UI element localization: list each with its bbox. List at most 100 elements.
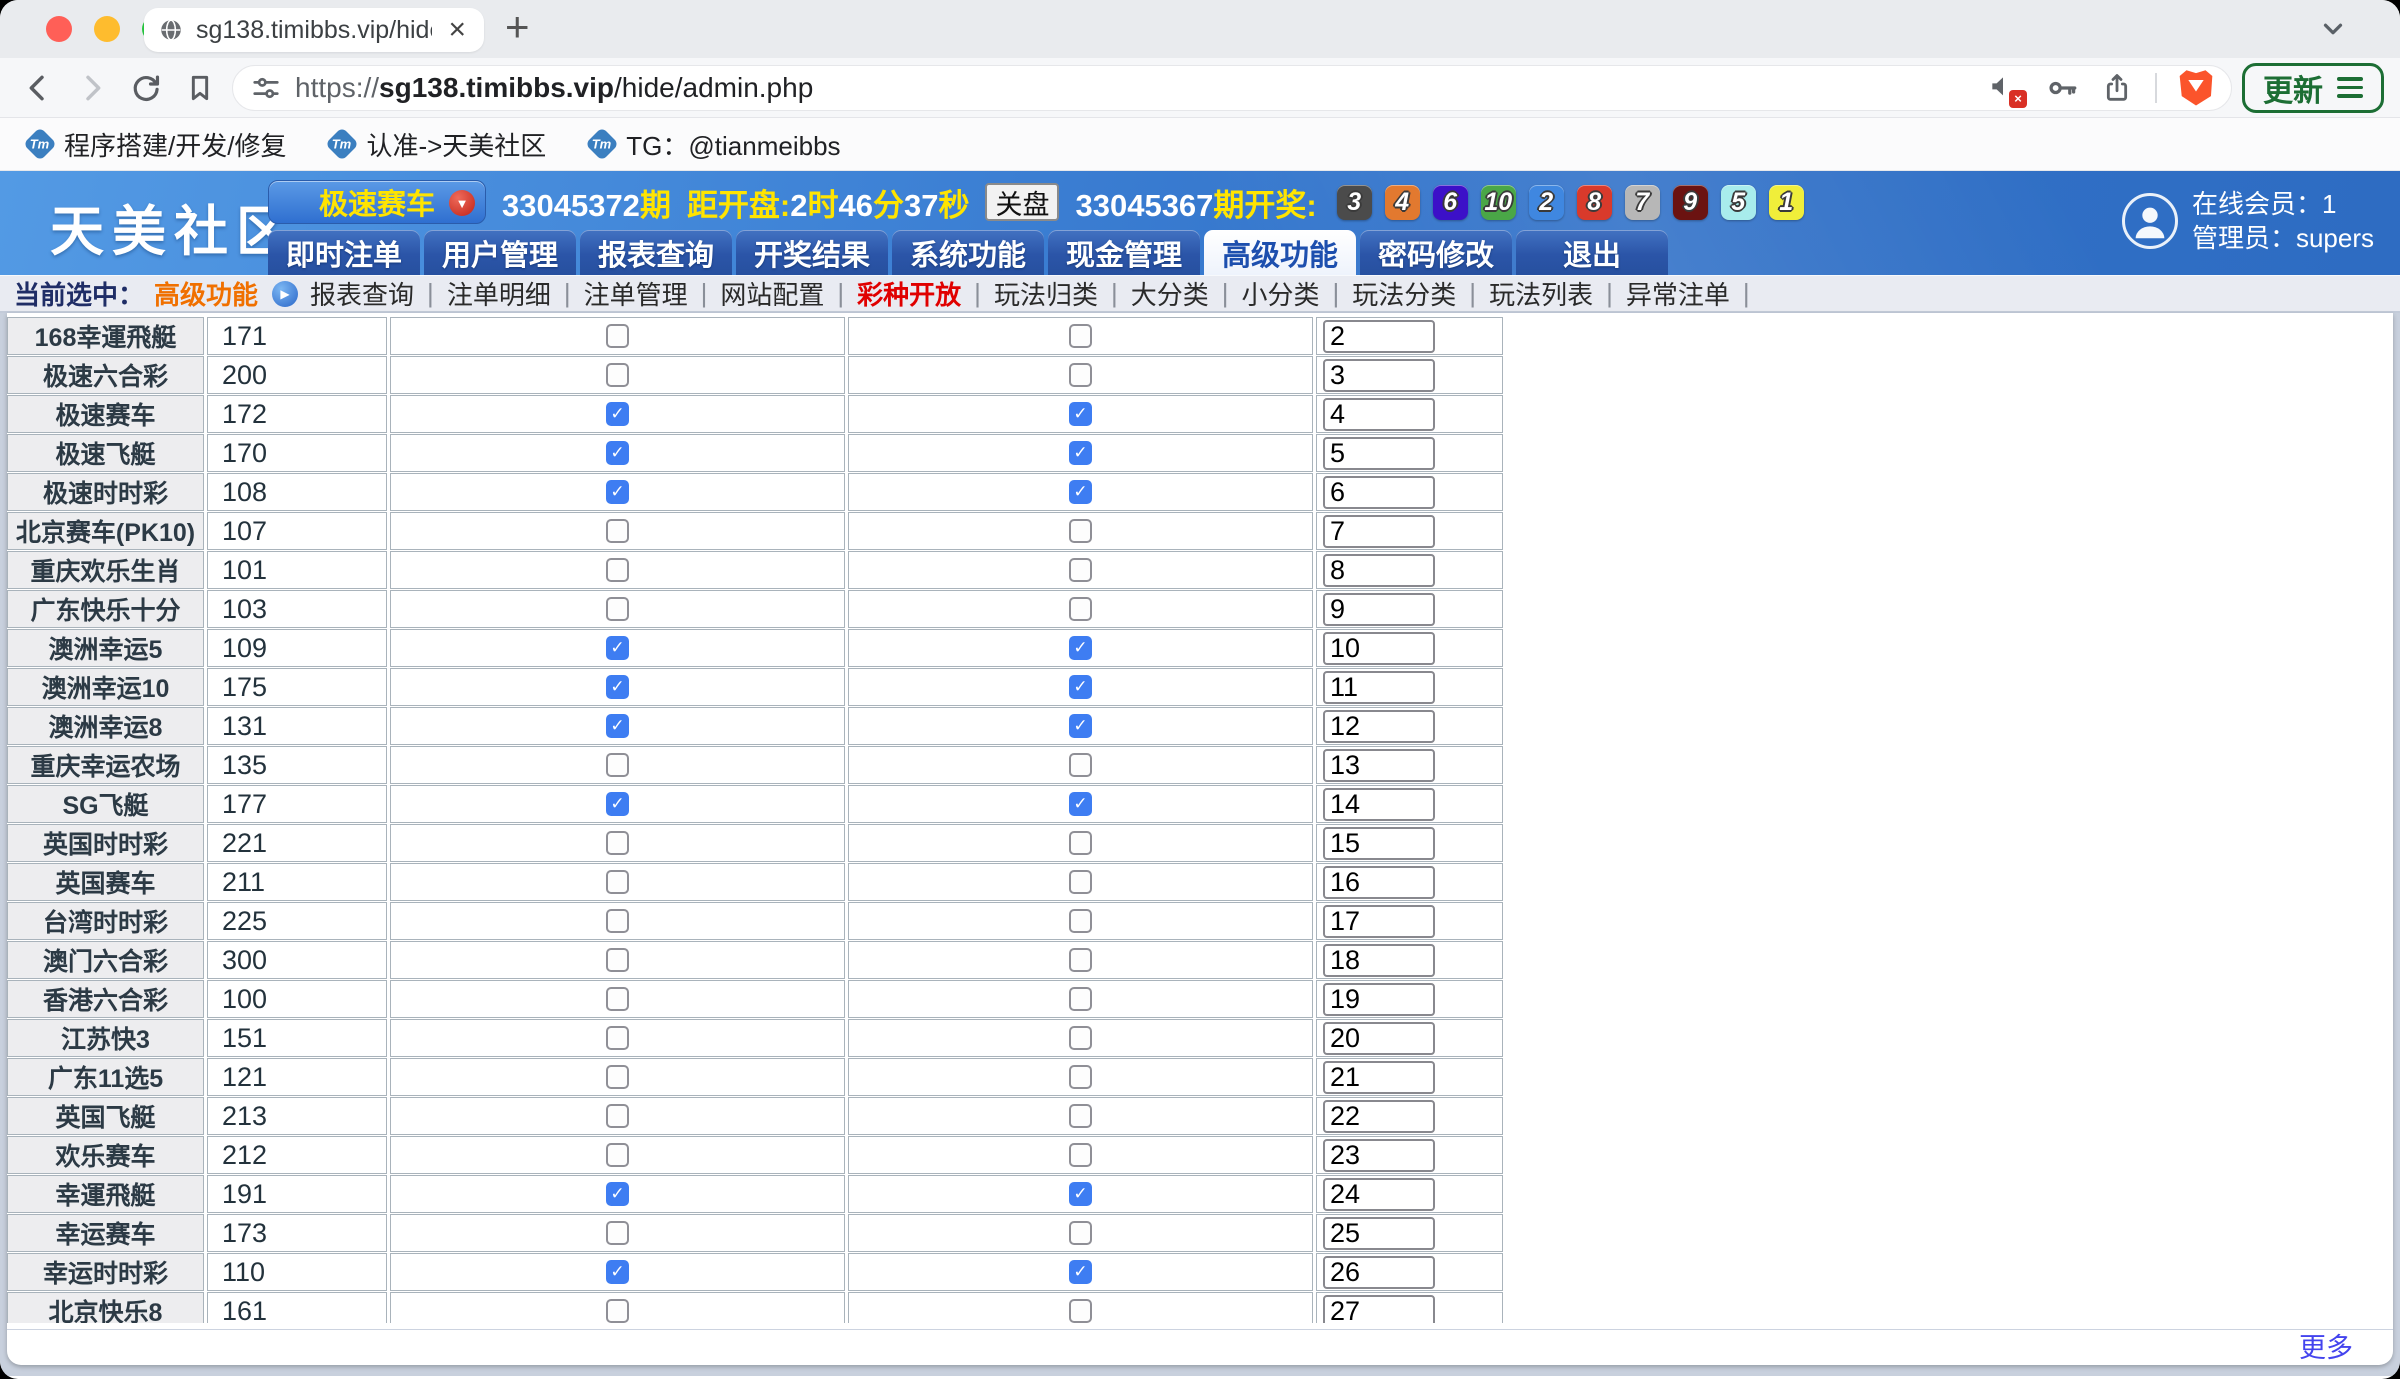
subnav-link-9[interactable]: 玩法列表 (1489, 275, 1593, 312)
open-checkbox[interactable]: ✓ (606, 1182, 629, 1206)
order-input[interactable] (1323, 437, 1435, 470)
open-checkbox-2[interactable] (1069, 519, 1092, 543)
open-checkbox[interactable]: ✓ (606, 792, 629, 816)
open-checkbox[interactable]: ✓ (606, 480, 629, 504)
order-input[interactable] (1323, 1178, 1435, 1211)
close-market-button[interactable]: 关盘 (985, 183, 1059, 221)
order-input[interactable] (1323, 749, 1435, 782)
order-input[interactable] (1323, 1061, 1435, 1094)
browser-update-button[interactable]: 更新 (2242, 63, 2384, 113)
order-input[interactable] (1323, 671, 1435, 704)
order-input[interactable] (1323, 866, 1435, 899)
subnav-link-6[interactable]: 大分类 (1131, 275, 1209, 312)
open-checkbox-2[interactable]: ✓ (1069, 714, 1092, 738)
selector-dropdown-icon[interactable]: ▼ (449, 190, 475, 216)
close-window-button[interactable] (46, 16, 72, 42)
url-bar[interactable]: https://sg138.timibbs.vip/hide/admin.php… (232, 65, 2232, 111)
password-key-icon[interactable] (2045, 71, 2079, 105)
tab-muted-icon[interactable]: × (1987, 70, 2023, 106)
order-input[interactable] (1323, 1139, 1435, 1172)
open-checkbox-2[interactable] (1069, 1143, 1092, 1167)
subnav-link-10[interactable]: 异常注单 (1626, 275, 1730, 312)
open-checkbox-2[interactable]: ✓ (1069, 636, 1092, 660)
order-input[interactable] (1323, 593, 1435, 626)
nav-tab-5[interactable]: 现金管理 (1048, 230, 1200, 275)
subnav-link-0[interactable]: 报表查询 (310, 275, 414, 312)
subnav-link-1[interactable]: 注单明细 (447, 275, 551, 312)
open-checkbox[interactable]: ✓ (606, 714, 629, 738)
subnav-link-8[interactable]: 玩法分类 (1352, 275, 1456, 312)
nav-tab-6[interactable]: 高级功能 (1204, 230, 1356, 275)
open-checkbox-2[interactable] (1069, 597, 1092, 621)
open-checkbox[interactable] (606, 363, 629, 387)
bookmark-item-0[interactable]: Tm程序搭建/开发/修复 (28, 126, 286, 163)
open-checkbox-2[interactable] (1069, 1221, 1092, 1245)
more-link[interactable]: 更多 (2299, 1326, 2353, 1365)
bookmark-item-1[interactable]: Tm认准->天美社区 (330, 126, 546, 163)
open-checkbox-2[interactable]: ✓ (1069, 792, 1092, 816)
minimize-window-button[interactable] (94, 16, 120, 42)
order-input[interactable] (1323, 359, 1435, 392)
order-input[interactable] (1323, 944, 1435, 977)
order-input[interactable] (1323, 983, 1435, 1016)
open-checkbox-2[interactable]: ✓ (1069, 441, 1092, 465)
open-checkbox[interactable] (606, 870, 629, 894)
back-icon[interactable] (16, 66, 60, 110)
order-input[interactable] (1323, 515, 1435, 548)
order-input[interactable] (1323, 632, 1435, 665)
open-checkbox-2[interactable] (1069, 1065, 1092, 1089)
open-checkbox[interactable] (606, 558, 629, 582)
tab-close-icon[interactable]: × (444, 15, 470, 45)
order-input[interactable] (1323, 827, 1435, 860)
open-checkbox[interactable]: ✓ (606, 441, 629, 465)
open-checkbox[interactable] (606, 1065, 629, 1089)
open-checkbox-2[interactable]: ✓ (1069, 675, 1092, 699)
open-checkbox[interactable] (606, 519, 629, 543)
nav-tab-7[interactable]: 密码修改 (1360, 230, 1512, 275)
order-input[interactable] (1323, 1295, 1435, 1324)
order-input[interactable] (1323, 398, 1435, 431)
order-input[interactable] (1323, 710, 1435, 743)
subnav-link-7[interactable]: 小分类 (1242, 275, 1320, 312)
open-checkbox-2[interactable] (1069, 948, 1092, 972)
open-checkbox[interactable] (606, 1026, 629, 1050)
subnav-link-3[interactable]: 网站配置 (720, 275, 824, 312)
tune-icon[interactable] (251, 73, 281, 103)
open-checkbox-2[interactable] (1069, 363, 1092, 387)
nav-tab-4[interactable]: 系统功能 (892, 230, 1044, 275)
order-input[interactable] (1323, 1100, 1435, 1133)
order-input[interactable] (1323, 905, 1435, 938)
open-checkbox-2[interactable] (1069, 870, 1092, 894)
brave-shield-icon[interactable] (2179, 70, 2213, 106)
open-checkbox[interactable]: ✓ (606, 636, 629, 660)
open-checkbox-2[interactable]: ✓ (1069, 480, 1092, 504)
open-checkbox[interactable] (606, 831, 629, 855)
open-checkbox[interactable] (606, 1221, 629, 1245)
nav-tab-0[interactable]: 即时注单 (268, 230, 420, 275)
open-checkbox-2[interactable] (1069, 987, 1092, 1011)
order-input[interactable] (1323, 788, 1435, 821)
subnav-link-2[interactable]: 注单管理 (584, 275, 688, 312)
order-input[interactable] (1323, 476, 1435, 509)
order-input[interactable] (1323, 1022, 1435, 1055)
browser-tab[interactable]: sg138.timibbs.vip/hide/admin.php × (144, 8, 484, 52)
order-input[interactable] (1323, 1217, 1435, 1250)
new-tab-button[interactable]: + (505, 6, 530, 48)
open-checkbox[interactable] (606, 987, 629, 1011)
order-input[interactable] (1323, 554, 1435, 587)
order-input[interactable] (1323, 1256, 1435, 1289)
bookmark-icon[interactable] (178, 66, 222, 110)
open-checkbox-2[interactable] (1069, 324, 1092, 348)
open-checkbox[interactable] (606, 1299, 629, 1323)
share-icon[interactable] (2101, 72, 2133, 104)
open-checkbox-2[interactable] (1069, 909, 1092, 933)
open-checkbox[interactable] (606, 909, 629, 933)
nav-tab-2[interactable]: 报表查询 (580, 230, 732, 275)
nav-tab-3[interactable]: 开奖结果 (736, 230, 888, 275)
open-checkbox[interactable] (606, 324, 629, 348)
reload-icon[interactable] (124, 66, 168, 110)
bookmark-item-2[interactable]: TmTG：@tianmeibbs (590, 126, 840, 163)
open-checkbox[interactable]: ✓ (606, 402, 629, 426)
open-checkbox[interactable] (606, 1104, 629, 1128)
order-input[interactable] (1323, 320, 1435, 353)
